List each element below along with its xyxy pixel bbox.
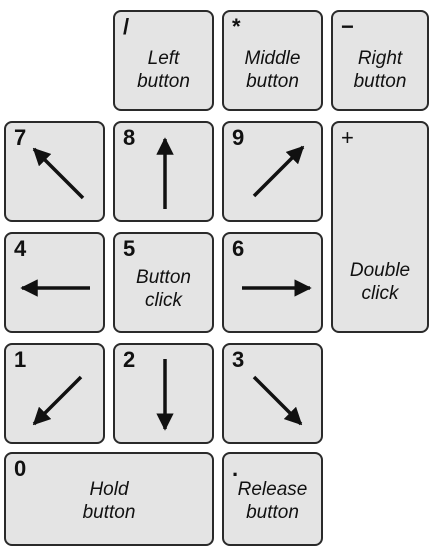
- key-plus-double-click[interactable]: + Double click: [331, 121, 429, 333]
- key-char: /: [123, 14, 130, 39]
- key-label: Left button: [137, 48, 190, 92]
- key-char: 5: [123, 236, 136, 261]
- arrow-left-icon: [20, 279, 90, 297]
- key-8-up[interactable]: 8: [113, 121, 214, 222]
- key-label: Right button: [353, 48, 407, 92]
- key-7-up-left[interactable]: 7: [4, 121, 105, 222]
- key-label: Middle button: [244, 48, 301, 92]
- key-3-down-right[interactable]: 3: [222, 343, 323, 444]
- key-0-hold-button[interactable]: 0 Hold button: [4, 452, 214, 546]
- key-4-left[interactable]: 4: [4, 232, 105, 333]
- key-char: −: [341, 14, 354, 39]
- key-label: Release button: [237, 479, 308, 523]
- key-char: +: [341, 125, 354, 150]
- key-label: Double click: [349, 260, 411, 304]
- arrow-down-right-icon: [252, 375, 303, 426]
- key-2-down[interactable]: 2: [113, 343, 214, 444]
- key-decimal-release-button[interactable]: . Release button: [222, 452, 323, 546]
- key-minus-right-button[interactable]: − Right button: [331, 10, 429, 111]
- arrow-up-left-icon: [32, 147, 85, 200]
- key-multiply-middle-button[interactable]: * Middle button: [222, 10, 323, 111]
- arrow-right-icon: [242, 279, 312, 297]
- arrow-up-icon: [156, 137, 174, 209]
- key-char: *: [232, 14, 241, 39]
- arrow-down-left-icon: [32, 375, 83, 426]
- key-label: Hold button: [82, 479, 136, 523]
- key-1-down-left[interactable]: 1: [4, 343, 105, 444]
- arrow-down-icon: [156, 359, 174, 431]
- key-divide-left-button[interactable]: / Left button: [113, 10, 214, 111]
- key-5-button-click[interactable]: 5 Button click: [113, 232, 214, 333]
- key-9-up-right[interactable]: 9: [222, 121, 323, 222]
- key-6-right[interactable]: 6: [222, 232, 323, 333]
- key-label: Button click: [136, 267, 191, 311]
- arrow-up-right-icon: [252, 145, 305, 198]
